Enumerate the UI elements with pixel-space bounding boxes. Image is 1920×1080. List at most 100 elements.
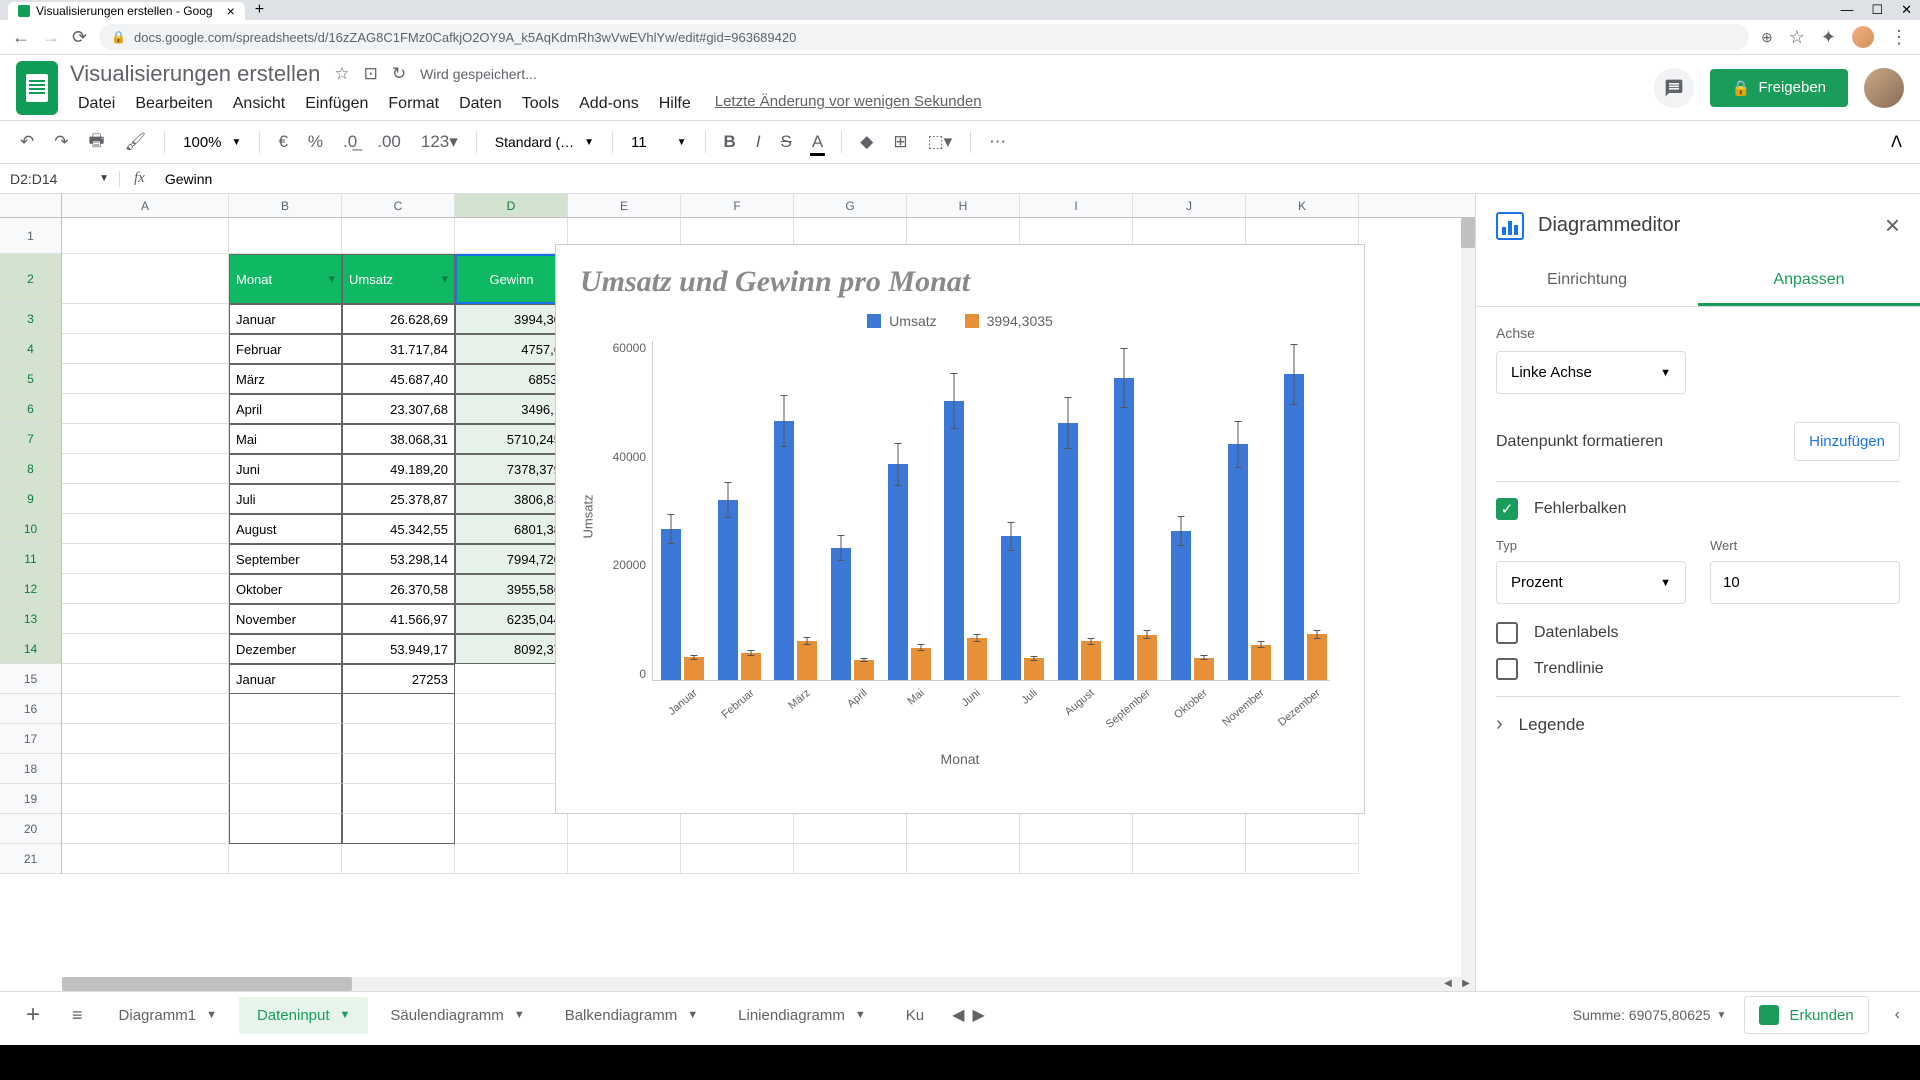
cell-D4[interactable]: 4757,6 xyxy=(455,334,568,364)
menu-datei[interactable]: Datei xyxy=(70,93,123,115)
horizontal-scrollbar[interactable] xyxy=(62,977,1461,991)
cell-B15[interactable]: Januar xyxy=(229,664,342,694)
row-header-5[interactable]: 5 xyxy=(0,364,61,394)
legende-section[interactable]: › Legende xyxy=(1496,696,1900,752)
side-panel-toggle-icon[interactable]: ‹ xyxy=(1887,998,1908,1032)
cell-A14[interactable] xyxy=(62,634,229,664)
cell-C10[interactable]: 45.342,55 xyxy=(342,514,455,544)
new-tab-button[interactable]: + xyxy=(255,1,264,19)
row-header-7[interactable]: 7 xyxy=(0,424,61,454)
cell-K21[interactable] xyxy=(1246,844,1359,874)
collapse-toolbar-icon[interactable]: ᐱ xyxy=(1885,126,1908,158)
cell-D16[interactable] xyxy=(455,694,568,724)
cell-D21[interactable] xyxy=(455,844,568,874)
col-header-J[interactable]: J xyxy=(1133,194,1246,217)
cell-D18[interactable] xyxy=(455,754,568,784)
refresh-icon[interactable]: ↻ xyxy=(392,64,406,84)
cell-reference[interactable]: D2:D14▼ xyxy=(0,171,120,187)
menu-tools[interactable]: Tools xyxy=(514,93,567,115)
tab-close-icon[interactable]: × xyxy=(227,3,235,19)
menu-einfuegen[interactable]: Einfügen xyxy=(297,93,376,115)
zoom-select[interactable]: 100%▼ xyxy=(175,130,249,155)
row-header-4[interactable]: 4 xyxy=(0,334,61,364)
scroll-left-icon[interactable]: ◀ xyxy=(1439,977,1457,991)
cell-B5[interactable]: März xyxy=(229,364,342,394)
cell-D12[interactable]: 3955,586 xyxy=(455,574,568,604)
cell-D8[interactable]: 7378,379 xyxy=(455,454,568,484)
cell-D15[interactable] xyxy=(455,664,568,694)
row-header-12[interactable]: 12 xyxy=(0,574,61,604)
sheet-tab-linien[interactable]: Liniendiagramm▼ xyxy=(720,997,884,1034)
cell-B19[interactable] xyxy=(229,784,342,814)
row-header-11[interactable]: 11 xyxy=(0,544,61,574)
star-doc-icon[interactable]: ☆ xyxy=(334,64,349,84)
row-header-13[interactable]: 13 xyxy=(0,604,61,634)
spreadsheet[interactable]: ABCDEFGHIJK 1234567891011121314151617181… xyxy=(0,194,1475,991)
row-header-9[interactable]: 9 xyxy=(0,484,61,514)
fill-color-icon[interactable]: ◆ xyxy=(852,126,881,158)
cell-C16[interactable] xyxy=(342,694,455,724)
cell-B14[interactable]: Dezember xyxy=(229,634,342,664)
cell-A13[interactable] xyxy=(62,604,229,634)
url-input[interactable]: 🔒 docs.google.com/spreadsheets/d/16zZAG8… xyxy=(99,24,1749,50)
col-header-F[interactable]: F xyxy=(681,194,794,217)
cell-C17[interactable] xyxy=(342,724,455,754)
formula-input[interactable]: Gewinn xyxy=(159,171,1920,187)
col-header-K[interactable]: K xyxy=(1246,194,1359,217)
cell-C2[interactable]: Umsatz▾ xyxy=(342,254,455,304)
cell-B11[interactable]: September xyxy=(229,544,342,574)
cell-B13[interactable]: November xyxy=(229,604,342,634)
cell-C21[interactable] xyxy=(342,844,455,874)
doc-title[interactable]: Visualisierungen erstellen xyxy=(70,61,320,87)
cell-B17[interactable] xyxy=(229,724,342,754)
sheet-tab-balken[interactable]: Balkendiagramm▼ xyxy=(547,997,716,1034)
minimize-icon[interactable]: — xyxy=(1840,2,1853,18)
zoom-icon[interactable]: ⊕ xyxy=(1761,29,1773,46)
col-header-B[interactable]: B xyxy=(229,194,342,217)
sum-display[interactable]: Summe: 69075,80625▼ xyxy=(1573,1007,1727,1023)
select-all-corner[interactable] xyxy=(0,194,62,217)
datenlabels-checkbox[interactable] xyxy=(1496,622,1518,644)
cell-A2[interactable] xyxy=(62,254,229,304)
row-header-17[interactable]: 17 xyxy=(0,724,61,754)
row-header-2[interactable]: 2 xyxy=(0,254,61,304)
cell-C20[interactable] xyxy=(342,814,455,844)
row-header-8[interactable]: 8 xyxy=(0,454,61,484)
undo-icon[interactable]: ↶ xyxy=(12,126,42,158)
reload-icon[interactable]: ⟳ xyxy=(72,27,87,48)
cell-B4[interactable]: Februar xyxy=(229,334,342,364)
cell-F20[interactable] xyxy=(681,814,794,844)
maximize-icon[interactable]: ☐ xyxy=(1871,2,1883,18)
decrease-decimal-icon[interactable]: .0̲ xyxy=(335,126,365,158)
row-header-14[interactable]: 14 xyxy=(0,634,61,664)
cell-A6[interactable] xyxy=(62,394,229,424)
cell-C8[interactable]: 49.189,20 xyxy=(342,454,455,484)
cell-A19[interactable] xyxy=(62,784,229,814)
cell-A7[interactable] xyxy=(62,424,229,454)
row-header-18[interactable]: 18 xyxy=(0,754,61,784)
sheet-tab-saulen[interactable]: Säulendiagramm▼ xyxy=(372,997,542,1034)
cell-C1[interactable] xyxy=(342,218,455,254)
cell-A10[interactable] xyxy=(62,514,229,544)
cell-A16[interactable] xyxy=(62,694,229,724)
cell-H20[interactable] xyxy=(907,814,1020,844)
cell-F21[interactable] xyxy=(681,844,794,874)
browser-tab[interactable]: Visualisierungen erstellen - Goog × xyxy=(8,2,245,20)
cell-J21[interactable] xyxy=(1133,844,1246,874)
sheet-nav-right-icon[interactable]: ▶ xyxy=(972,1005,984,1025)
row-header-1[interactable]: 1 xyxy=(0,218,61,254)
col-header-H[interactable]: H xyxy=(907,194,1020,217)
col-header-E[interactable]: E xyxy=(568,194,681,217)
last-edit-link[interactable]: Letzte Änderung vor wenigen Sekunden xyxy=(715,93,982,115)
cell-E21[interactable] xyxy=(568,844,681,874)
sheet-tab-ku[interactable]: Ku xyxy=(888,997,942,1034)
redo-icon[interactable]: ↷ xyxy=(46,126,76,158)
increase-decimal-icon[interactable]: .00 xyxy=(369,126,409,158)
cell-C3[interactable]: 26.628,69 xyxy=(342,304,455,334)
col-header-C[interactable]: C xyxy=(342,194,455,217)
cell-B10[interactable]: August xyxy=(229,514,342,544)
cell-B1[interactable] xyxy=(229,218,342,254)
row-header-6[interactable]: 6 xyxy=(0,394,61,424)
cell-C12[interactable]: 26.370,58 xyxy=(342,574,455,604)
cell-B21[interactable] xyxy=(229,844,342,874)
